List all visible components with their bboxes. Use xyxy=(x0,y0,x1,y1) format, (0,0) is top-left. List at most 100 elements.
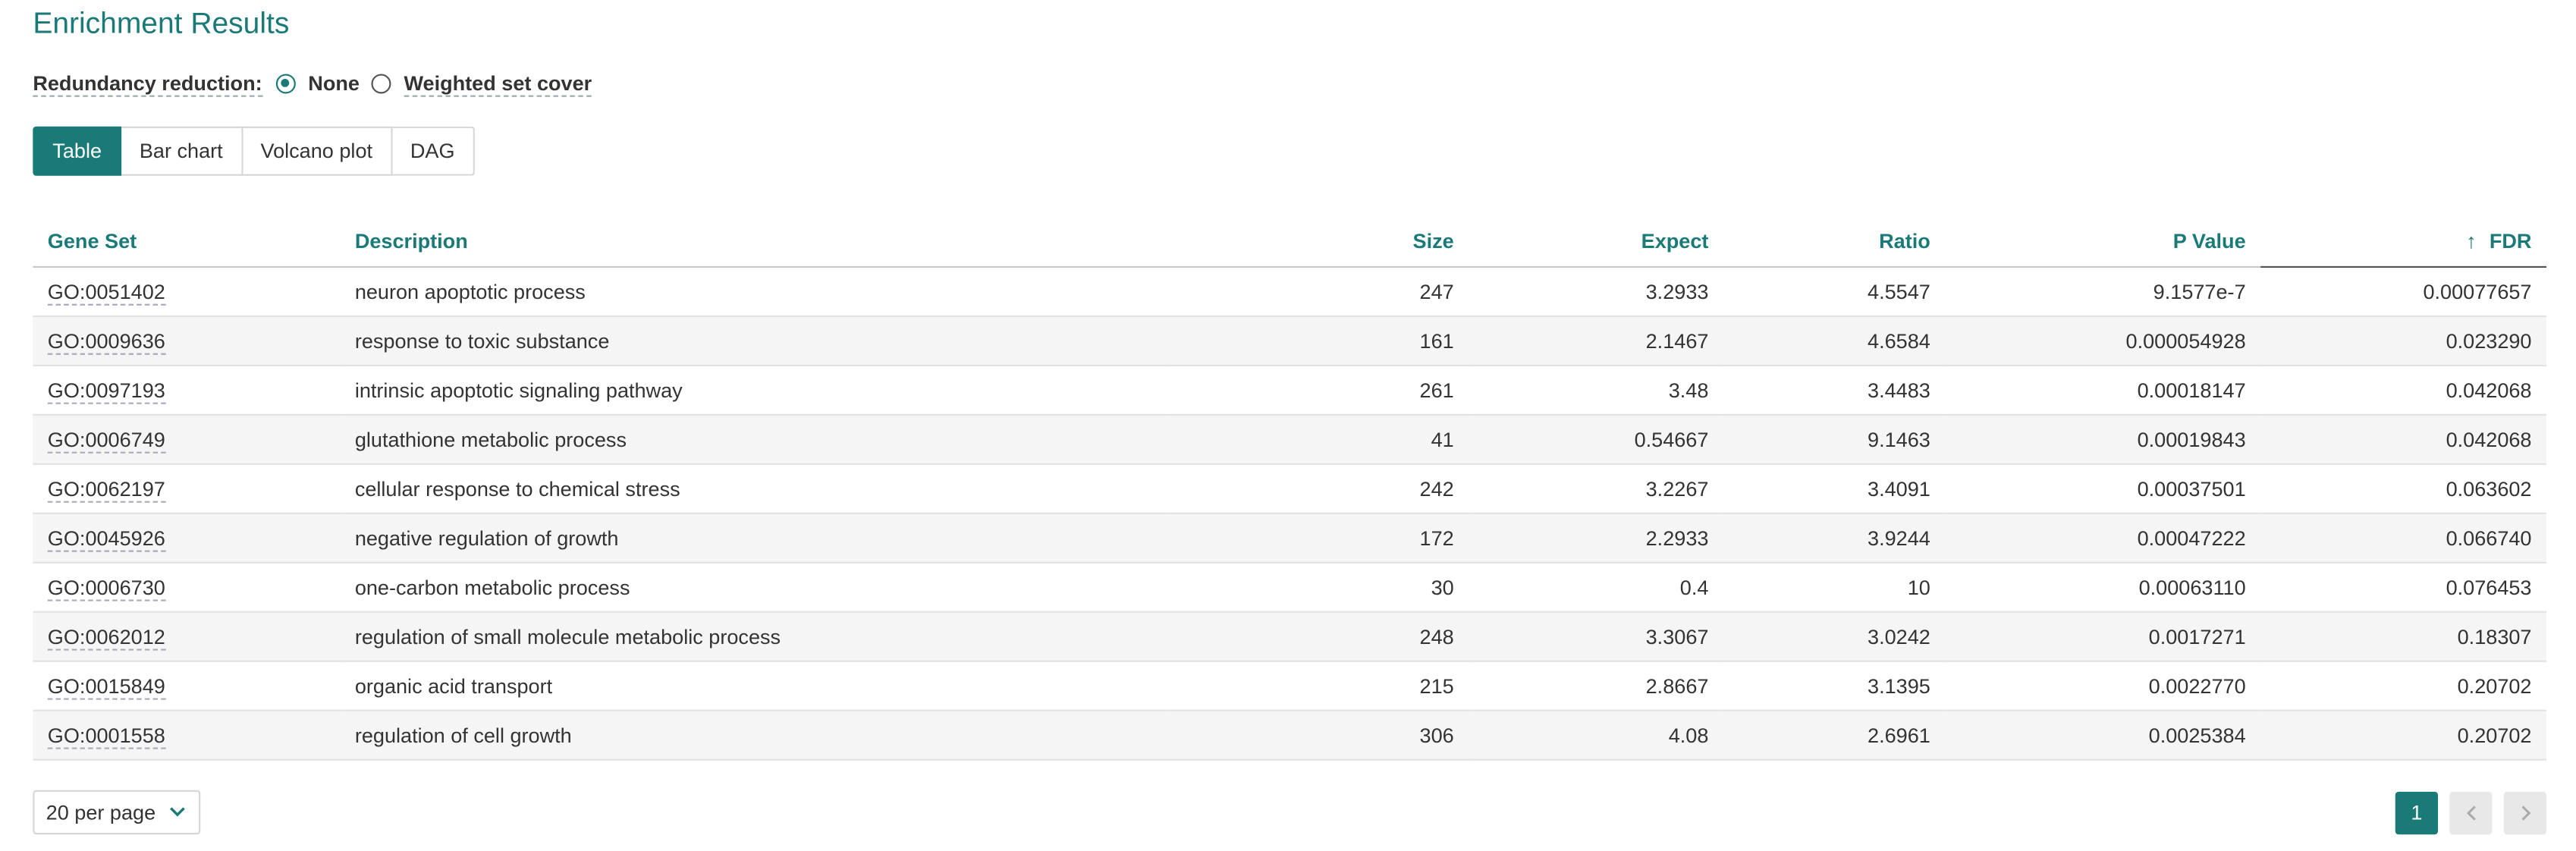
results-table: Gene Set Description Size Expect Ratio P… xyxy=(33,216,2546,761)
cell-fdr: 0.20702 xyxy=(2260,710,2546,761)
cell-description: organic acid transport xyxy=(340,661,1170,711)
cell-fdr: 0.042068 xyxy=(2260,414,2546,465)
cell-ratio: 3.4483 xyxy=(1723,365,1946,416)
table-row: GO:0097193 intrinsic apoptotic signaling … xyxy=(33,365,2546,416)
table-row: GO:0009636 response to toxic substance 161… xyxy=(33,316,2546,366)
cell-ratio: 10 xyxy=(1723,562,1946,613)
tab-bar-chart[interactable]: Bar chart xyxy=(121,126,243,176)
cell-expect: 3.2933 xyxy=(1469,266,1723,317)
column-header-gene-set[interactable]: Gene Set xyxy=(33,216,341,268)
table-body: GO:0051402 neuron apoptotic process 247 3.2… xyxy=(33,266,2546,761)
table-row: GO:0001558 regulation of cell growth 306 4.… xyxy=(33,710,2546,761)
cell-description: intrinsic apoptotic signaling pathway xyxy=(340,365,1170,416)
chevron-right-icon xyxy=(2521,805,2530,821)
previous-page-button[interactable] xyxy=(2449,791,2493,835)
cell-fdr: 0.023290 xyxy=(2260,316,2546,366)
radio-none[interactable]: None xyxy=(275,72,360,96)
cell-gene-set: GO:0009636 xyxy=(33,316,341,366)
page-button-1[interactable]: 1 xyxy=(2395,791,2439,835)
gene-set-link[interactable]: GO:0009636 xyxy=(47,329,165,354)
cell-p-value: 0.00063110 xyxy=(1945,562,2261,613)
chevron-down-icon xyxy=(169,807,185,817)
gene-set-link[interactable]: GO:0062012 xyxy=(47,625,165,650)
table-row: GO:0015849 organic acid transport 215 2.866… xyxy=(33,661,2546,711)
cell-size: 172 xyxy=(1170,513,1469,564)
cell-size: 161 xyxy=(1170,316,1469,366)
chevron-left-icon xyxy=(2465,805,2475,821)
cell-expect: 3.2267 xyxy=(1469,463,1723,514)
cell-expect: 0.54667 xyxy=(1469,414,1723,465)
gene-set-link[interactable]: GO:0006749 xyxy=(47,428,165,453)
cell-size: 261 xyxy=(1170,365,1469,416)
column-header-description[interactable]: Description xyxy=(340,216,1170,268)
cell-size: 215 xyxy=(1170,661,1469,711)
table-row: GO:0045926 negative regulation of growth 1… xyxy=(33,513,2546,564)
radio-checked-icon[interactable] xyxy=(275,74,295,94)
cell-ratio: 4.6584 xyxy=(1723,316,1946,366)
cell-ratio: 2.6961 xyxy=(1723,710,1946,761)
cell-p-value: 0.0025384 xyxy=(1945,710,2261,761)
cell-ratio: 3.1395 xyxy=(1723,661,1946,711)
column-header-ratio[interactable]: Ratio xyxy=(1723,216,1946,268)
column-header-expect[interactable]: Expect xyxy=(1469,216,1723,268)
table-row: GO:0006730 one-carbon metabolic process 30… xyxy=(33,562,2546,613)
cell-p-value: 0.00018147 xyxy=(1945,365,2261,416)
cell-gene-set: GO:0006730 xyxy=(33,562,341,613)
gene-set-link[interactable]: GO:0062197 xyxy=(47,477,165,502)
cell-gene-set: GO:0062012 xyxy=(33,611,341,662)
cell-p-value: 9.1577e-7 xyxy=(1945,266,2261,317)
cell-description: cellular response to chemical stress xyxy=(340,463,1170,514)
gene-set-link[interactable]: GO:0006730 xyxy=(47,576,165,601)
cell-fdr: 0.076453 xyxy=(2260,562,2546,613)
cell-p-value: 0.000054928 xyxy=(1945,316,2261,366)
cell-fdr: 0.042068 xyxy=(2260,365,2546,416)
cell-size: 242 xyxy=(1170,463,1469,514)
view-tabs: Table Bar chart Volcano plot DAG xyxy=(33,126,475,176)
gene-set-link[interactable]: GO:0045926 xyxy=(47,526,165,551)
table-row: GO:0006749 glutathione metabolic process 4… xyxy=(33,414,2546,465)
tab-dag[interactable]: DAG xyxy=(392,126,475,176)
table-header-row: Gene Set Description Size Expect Ratio P… xyxy=(33,216,2546,268)
page-title: Enrichment Results xyxy=(33,6,290,39)
gene-set-link[interactable]: GO:0015849 xyxy=(47,674,165,699)
column-header-p-value[interactable]: P Value xyxy=(1945,216,2261,268)
cell-expect: 4.08 xyxy=(1469,710,1723,761)
per-page-select[interactable]: 20 per page xyxy=(33,790,201,835)
gene-set-link[interactable]: GO:0001558 xyxy=(47,724,165,749)
cell-gene-set: GO:0097193 xyxy=(33,365,341,416)
table-row: GO:0051402 neuron apoptotic process 247 3.2… xyxy=(33,266,2546,317)
tab-volcano-plot[interactable]: Volcano plot xyxy=(242,126,393,176)
next-page-button[interactable] xyxy=(2503,791,2546,835)
gene-set-link[interactable]: GO:0051402 xyxy=(47,280,165,305)
cell-gene-set: GO:0051402 xyxy=(33,266,341,317)
cell-p-value: 0.0022770 xyxy=(1945,661,2261,711)
cell-ratio: 3.9244 xyxy=(1723,513,1946,564)
table-row: GO:0062012 regulation of small molecule m… xyxy=(33,611,2546,662)
cell-gene-set: GO:0001558 xyxy=(33,710,341,761)
cell-description: glutathione metabolic process xyxy=(340,414,1170,465)
cell-description: response to toxic substance xyxy=(340,316,1170,366)
redundancy-label: Redundancy reduction: xyxy=(33,71,262,96)
radio-none-label: None xyxy=(308,72,360,96)
cell-gene-set: GO:0006749 xyxy=(33,414,341,465)
enrichment-results-page: Enrichment Results Redundancy reduction:… xyxy=(0,0,2576,851)
tab-table[interactable]: Table xyxy=(33,126,122,176)
column-header-fdr[interactable]: ↑ FDR xyxy=(2260,216,2546,268)
cell-description: regulation of cell growth xyxy=(340,710,1170,761)
cell-gene-set: GO:0062197 xyxy=(33,463,341,514)
cell-expect: 2.2933 xyxy=(1469,513,1723,564)
cell-size: 41 xyxy=(1170,414,1469,465)
cell-fdr: 0.18307 xyxy=(2260,611,2546,662)
cell-description: neuron apoptotic process xyxy=(340,266,1170,317)
gene-set-link[interactable]: GO:0097193 xyxy=(47,378,165,404)
cell-fdr: 0.00077657 xyxy=(2260,266,2546,317)
radio-weighted-set-cover[interactable]: Weighted set cover xyxy=(371,71,592,96)
radio-unchecked-icon[interactable] xyxy=(371,74,391,94)
cell-expect: 3.48 xyxy=(1469,365,1723,416)
cell-p-value: 0.00047222 xyxy=(1945,513,2261,564)
cell-p-value: 0.0017271 xyxy=(1945,611,2261,662)
column-header-size[interactable]: Size xyxy=(1170,216,1469,268)
radio-weighted-set-cover-label: Weighted set cover xyxy=(404,71,592,96)
cell-description: negative regulation of growth xyxy=(340,513,1170,564)
cell-size: 30 xyxy=(1170,562,1469,613)
